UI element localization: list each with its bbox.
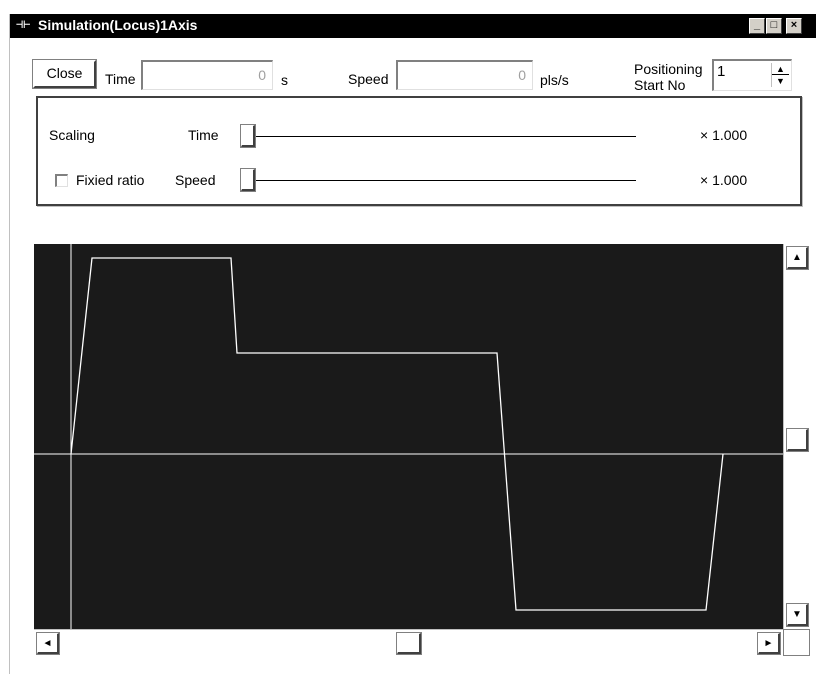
scroll-down-button[interactable]: ▼ <box>786 603 809 627</box>
time-scale-factor: × 1.000 <box>700 127 748 143</box>
ladder-icon[interactable]: ⊣⊢ <box>16 17 30 31</box>
scroll-up-icon: ▲ <box>792 252 802 263</box>
scaling-label: Scaling <box>49 127 95 143</box>
speed-scale-slider[interactable] <box>240 168 256 192</box>
scroll-down-icon: ▼ <box>792 609 802 620</box>
time-field: 0 <box>141 60 273 90</box>
positioning-start-no-value[interactable]: 1 <box>717 63 725 80</box>
scrollbar-corner <box>783 629 810 656</box>
spin-up-icon[interactable]: ▲ <box>772 63 789 75</box>
time-scale-label: Time <box>188 127 219 143</box>
close-button[interactable]: Close <box>32 59 97 89</box>
horizontal-scrollbar[interactable]: ◄ ► <box>34 629 783 656</box>
start-no-label: Start No <box>634 77 686 93</box>
speed-unit: pls/s <box>540 72 569 88</box>
close-window-button[interactable]: × <box>786 18 802 34</box>
fixed-ratio-checkbox[interactable] <box>55 174 68 187</box>
minimize-button[interactable]: _ <box>749 18 765 34</box>
speed-label: Speed <box>348 71 389 87</box>
speed-locus-line <box>70 257 724 611</box>
spin-down-icon[interactable]: ▼ <box>772 75 789 87</box>
title-bar[interactable]: ⊣⊢ Simulation(Locus)1Axis _ □ × <box>10 14 816 38</box>
positioning-start-no-spinner[interactable]: 1 ▲ ▼ <box>712 59 792 91</box>
scroll-left-button[interactable]: ◄ <box>36 632 60 655</box>
simulation-window: ⊣⊢ Simulation(Locus)1Axis _ □ × Close Ti… <box>9 14 816 674</box>
time-unit: s <box>281 72 288 88</box>
speed-scale-label: Speed <box>175 172 216 188</box>
scroll-up-button[interactable]: ▲ <box>786 246 809 270</box>
positioning-label: Positioning <box>634 61 703 77</box>
horizontal-scroll-thumb[interactable] <box>396 632 422 655</box>
scroll-right-button[interactable]: ► <box>757 632 781 655</box>
maximize-button[interactable]: □ <box>766 18 782 34</box>
time-scale-slider[interactable] <box>240 124 256 148</box>
speed-scale-factor: × 1.000 <box>700 172 748 188</box>
scroll-right-icon: ► <box>763 638 774 649</box>
vertical-scrollbar[interactable]: ▲ ▼ <box>783 244 810 629</box>
scaling-group <box>36 96 802 206</box>
fixed-ratio-label: Fixied ratio <box>76 172 145 188</box>
speed-field: 0 <box>396 60 533 90</box>
time-label: Time <box>105 71 136 87</box>
speed-scale-track[interactable] <box>241 180 636 181</box>
time-scale-track[interactable] <box>241 136 636 137</box>
spinner-arrows[interactable]: ▲ ▼ <box>771 63 789 87</box>
locus-plot <box>34 244 783 629</box>
window-title: Simulation(Locus)1Axis <box>38 17 198 33</box>
vertical-scroll-thumb[interactable] <box>786 428 809 452</box>
scroll-left-icon: ◄ <box>42 638 53 649</box>
locus-plot-svg <box>34 244 783 629</box>
